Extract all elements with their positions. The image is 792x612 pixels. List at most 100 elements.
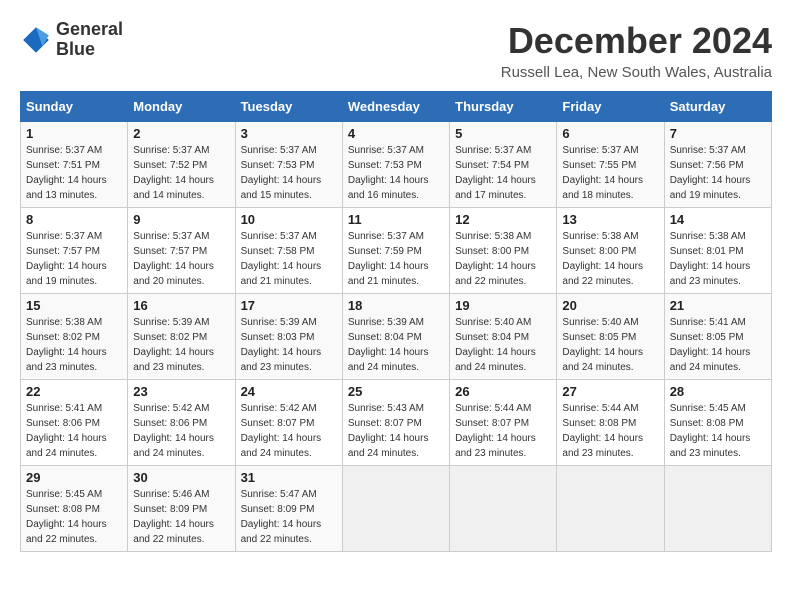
day-number: 28 — [670, 384, 766, 399]
day-detail: Sunrise: 5:38 AMSunset: 8:00 PMDaylight:… — [455, 231, 536, 287]
empty-cell — [342, 466, 449, 552]
day-cell: 2 Sunrise: 5:37 AMSunset: 7:52 PMDayligh… — [128, 122, 235, 208]
day-cell: 6 Sunrise: 5:37 AMSunset: 7:55 PMDayligh… — [557, 122, 664, 208]
day-detail: Sunrise: 5:39 AMSunset: 8:03 PMDaylight:… — [241, 317, 322, 373]
day-detail: Sunrise: 5:37 AMSunset: 7:59 PMDaylight:… — [348, 231, 429, 287]
day-detail: Sunrise: 5:37 AMSunset: 7:56 PMDaylight:… — [670, 145, 751, 201]
calendar-week-row: 22 Sunrise: 5:41 AMSunset: 8:06 PMDaylig… — [21, 380, 772, 466]
day-cell: 21 Sunrise: 5:41 AMSunset: 8:05 PMDaylig… — [664, 294, 771, 380]
month-title: December 2024 — [501, 20, 772, 62]
day-detail: Sunrise: 5:37 AMSunset: 7:57 PMDaylight:… — [133, 231, 214, 287]
day-detail: Sunrise: 5:42 AMSunset: 8:07 PMDaylight:… — [241, 403, 322, 459]
day-cell: 18 Sunrise: 5:39 AMSunset: 8:04 PMDaylig… — [342, 294, 449, 380]
calendar-week-row: 29 Sunrise: 5:45 AMSunset: 8:08 PMDaylig… — [21, 466, 772, 552]
day-detail: Sunrise: 5:44 AMSunset: 8:07 PMDaylight:… — [455, 403, 536, 459]
logo-line1: General — [56, 20, 123, 40]
day-cell: 19 Sunrise: 5:40 AMSunset: 8:04 PMDaylig… — [450, 294, 557, 380]
day-detail: Sunrise: 5:45 AMSunset: 8:08 PMDaylight:… — [670, 403, 751, 459]
day-detail: Sunrise: 5:40 AMSunset: 8:05 PMDaylight:… — [562, 317, 643, 373]
day-number: 29 — [26, 470, 122, 485]
day-cell: 3 Sunrise: 5:37 AMSunset: 7:53 PMDayligh… — [235, 122, 342, 208]
day-detail: Sunrise: 5:38 AMSunset: 8:01 PMDaylight:… — [670, 231, 751, 287]
day-cell: 5 Sunrise: 5:37 AMSunset: 7:54 PMDayligh… — [450, 122, 557, 208]
day-cell: 30 Sunrise: 5:46 AMSunset: 8:09 PMDaylig… — [128, 466, 235, 552]
day-number: 19 — [455, 298, 551, 313]
day-detail: Sunrise: 5:37 AMSunset: 7:55 PMDaylight:… — [562, 145, 643, 201]
day-number: 1 — [26, 126, 122, 141]
col-header-saturday: Saturday — [664, 92, 771, 122]
calendar-header-row: SundayMondayTuesdayWednesdayThursdayFrid… — [21, 92, 772, 122]
day-number: 3 — [241, 126, 337, 141]
day-detail: Sunrise: 5:43 AMSunset: 8:07 PMDaylight:… — [348, 403, 429, 459]
day-number: 21 — [670, 298, 766, 313]
day-number: 10 — [241, 212, 337, 227]
empty-cell — [450, 466, 557, 552]
calendar-table: SundayMondayTuesdayWednesdayThursdayFrid… — [20, 91, 772, 552]
day-cell: 12 Sunrise: 5:38 AMSunset: 8:00 PMDaylig… — [450, 208, 557, 294]
col-header-monday: Monday — [128, 92, 235, 122]
day-number: 22 — [26, 384, 122, 399]
day-cell: 7 Sunrise: 5:37 AMSunset: 7:56 PMDayligh… — [664, 122, 771, 208]
day-number: 16 — [133, 298, 229, 313]
day-detail: Sunrise: 5:42 AMSunset: 8:06 PMDaylight:… — [133, 403, 214, 459]
day-detail: Sunrise: 5:37 AMSunset: 7:54 PMDaylight:… — [455, 145, 536, 201]
day-cell: 26 Sunrise: 5:44 AMSunset: 8:07 PMDaylig… — [450, 380, 557, 466]
day-cell: 15 Sunrise: 5:38 AMSunset: 8:02 PMDaylig… — [21, 294, 128, 380]
day-cell: 24 Sunrise: 5:42 AMSunset: 8:07 PMDaylig… — [235, 380, 342, 466]
day-detail: Sunrise: 5:37 AMSunset: 7:57 PMDaylight:… — [26, 231, 107, 287]
day-cell: 22 Sunrise: 5:41 AMSunset: 8:06 PMDaylig… — [21, 380, 128, 466]
col-header-wednesday: Wednesday — [342, 92, 449, 122]
day-number: 13 — [562, 212, 658, 227]
day-detail: Sunrise: 5:38 AMSunset: 8:02 PMDaylight:… — [26, 317, 107, 373]
day-number: 26 — [455, 384, 551, 399]
day-detail: Sunrise: 5:39 AMSunset: 8:02 PMDaylight:… — [133, 317, 214, 373]
calendar-week-row: 8 Sunrise: 5:37 AMSunset: 7:57 PMDayligh… — [21, 208, 772, 294]
day-number: 31 — [241, 470, 337, 485]
day-cell: 8 Sunrise: 5:37 AMSunset: 7:57 PMDayligh… — [21, 208, 128, 294]
col-header-tuesday: Tuesday — [235, 92, 342, 122]
day-detail: Sunrise: 5:39 AMSunset: 8:04 PMDaylight:… — [348, 317, 429, 373]
day-detail: Sunrise: 5:37 AMSunset: 7:58 PMDaylight:… — [241, 231, 322, 287]
day-number: 4 — [348, 126, 444, 141]
day-detail: Sunrise: 5:40 AMSunset: 8:04 PMDaylight:… — [455, 317, 536, 373]
day-detail: Sunrise: 5:37 AMSunset: 7:53 PMDaylight:… — [348, 145, 429, 201]
day-number: 2 — [133, 126, 229, 141]
day-cell: 23 Sunrise: 5:42 AMSunset: 8:06 PMDaylig… — [128, 380, 235, 466]
day-detail: Sunrise: 5:44 AMSunset: 8:08 PMDaylight:… — [562, 403, 643, 459]
day-cell: 10 Sunrise: 5:37 AMSunset: 7:58 PMDaylig… — [235, 208, 342, 294]
day-cell: 14 Sunrise: 5:38 AMSunset: 8:01 PMDaylig… — [664, 208, 771, 294]
day-cell: 16 Sunrise: 5:39 AMSunset: 8:02 PMDaylig… — [128, 294, 235, 380]
day-detail: Sunrise: 5:41 AMSunset: 8:05 PMDaylight:… — [670, 317, 751, 373]
title-area: December 2024 Russell Lea, New South Wal… — [501, 20, 772, 81]
day-number: 27 — [562, 384, 658, 399]
day-number: 18 — [348, 298, 444, 313]
day-cell: 20 Sunrise: 5:40 AMSunset: 8:05 PMDaylig… — [557, 294, 664, 380]
logo-icon — [20, 24, 52, 56]
day-number: 11 — [348, 212, 444, 227]
day-number: 9 — [133, 212, 229, 227]
day-detail: Sunrise: 5:37 AMSunset: 7:51 PMDaylight:… — [26, 145, 107, 201]
day-number: 30 — [133, 470, 229, 485]
day-cell: 29 Sunrise: 5:45 AMSunset: 8:08 PMDaylig… — [21, 466, 128, 552]
location: Russell Lea, New South Wales, Australia — [501, 64, 772, 81]
logo-text: General Blue — [56, 20, 123, 60]
day-cell: 31 Sunrise: 5:47 AMSunset: 8:09 PMDaylig… — [235, 466, 342, 552]
day-number: 20 — [562, 298, 658, 313]
day-number: 5 — [455, 126, 551, 141]
day-number: 23 — [133, 384, 229, 399]
empty-cell — [557, 466, 664, 552]
day-number: 24 — [241, 384, 337, 399]
day-cell: 27 Sunrise: 5:44 AMSunset: 8:08 PMDaylig… — [557, 380, 664, 466]
day-number: 14 — [670, 212, 766, 227]
day-cell: 11 Sunrise: 5:37 AMSunset: 7:59 PMDaylig… — [342, 208, 449, 294]
day-cell: 28 Sunrise: 5:45 AMSunset: 8:08 PMDaylig… — [664, 380, 771, 466]
day-number: 12 — [455, 212, 551, 227]
day-cell: 13 Sunrise: 5:38 AMSunset: 8:00 PMDaylig… — [557, 208, 664, 294]
calendar-week-row: 15 Sunrise: 5:38 AMSunset: 8:02 PMDaylig… — [21, 294, 772, 380]
day-number: 7 — [670, 126, 766, 141]
day-cell: 4 Sunrise: 5:37 AMSunset: 7:53 PMDayligh… — [342, 122, 449, 208]
day-cell: 9 Sunrise: 5:37 AMSunset: 7:57 PMDayligh… — [128, 208, 235, 294]
day-detail: Sunrise: 5:37 AMSunset: 7:52 PMDaylight:… — [133, 145, 214, 201]
day-number: 8 — [26, 212, 122, 227]
day-detail: Sunrise: 5:47 AMSunset: 8:09 PMDaylight:… — [241, 489, 322, 545]
